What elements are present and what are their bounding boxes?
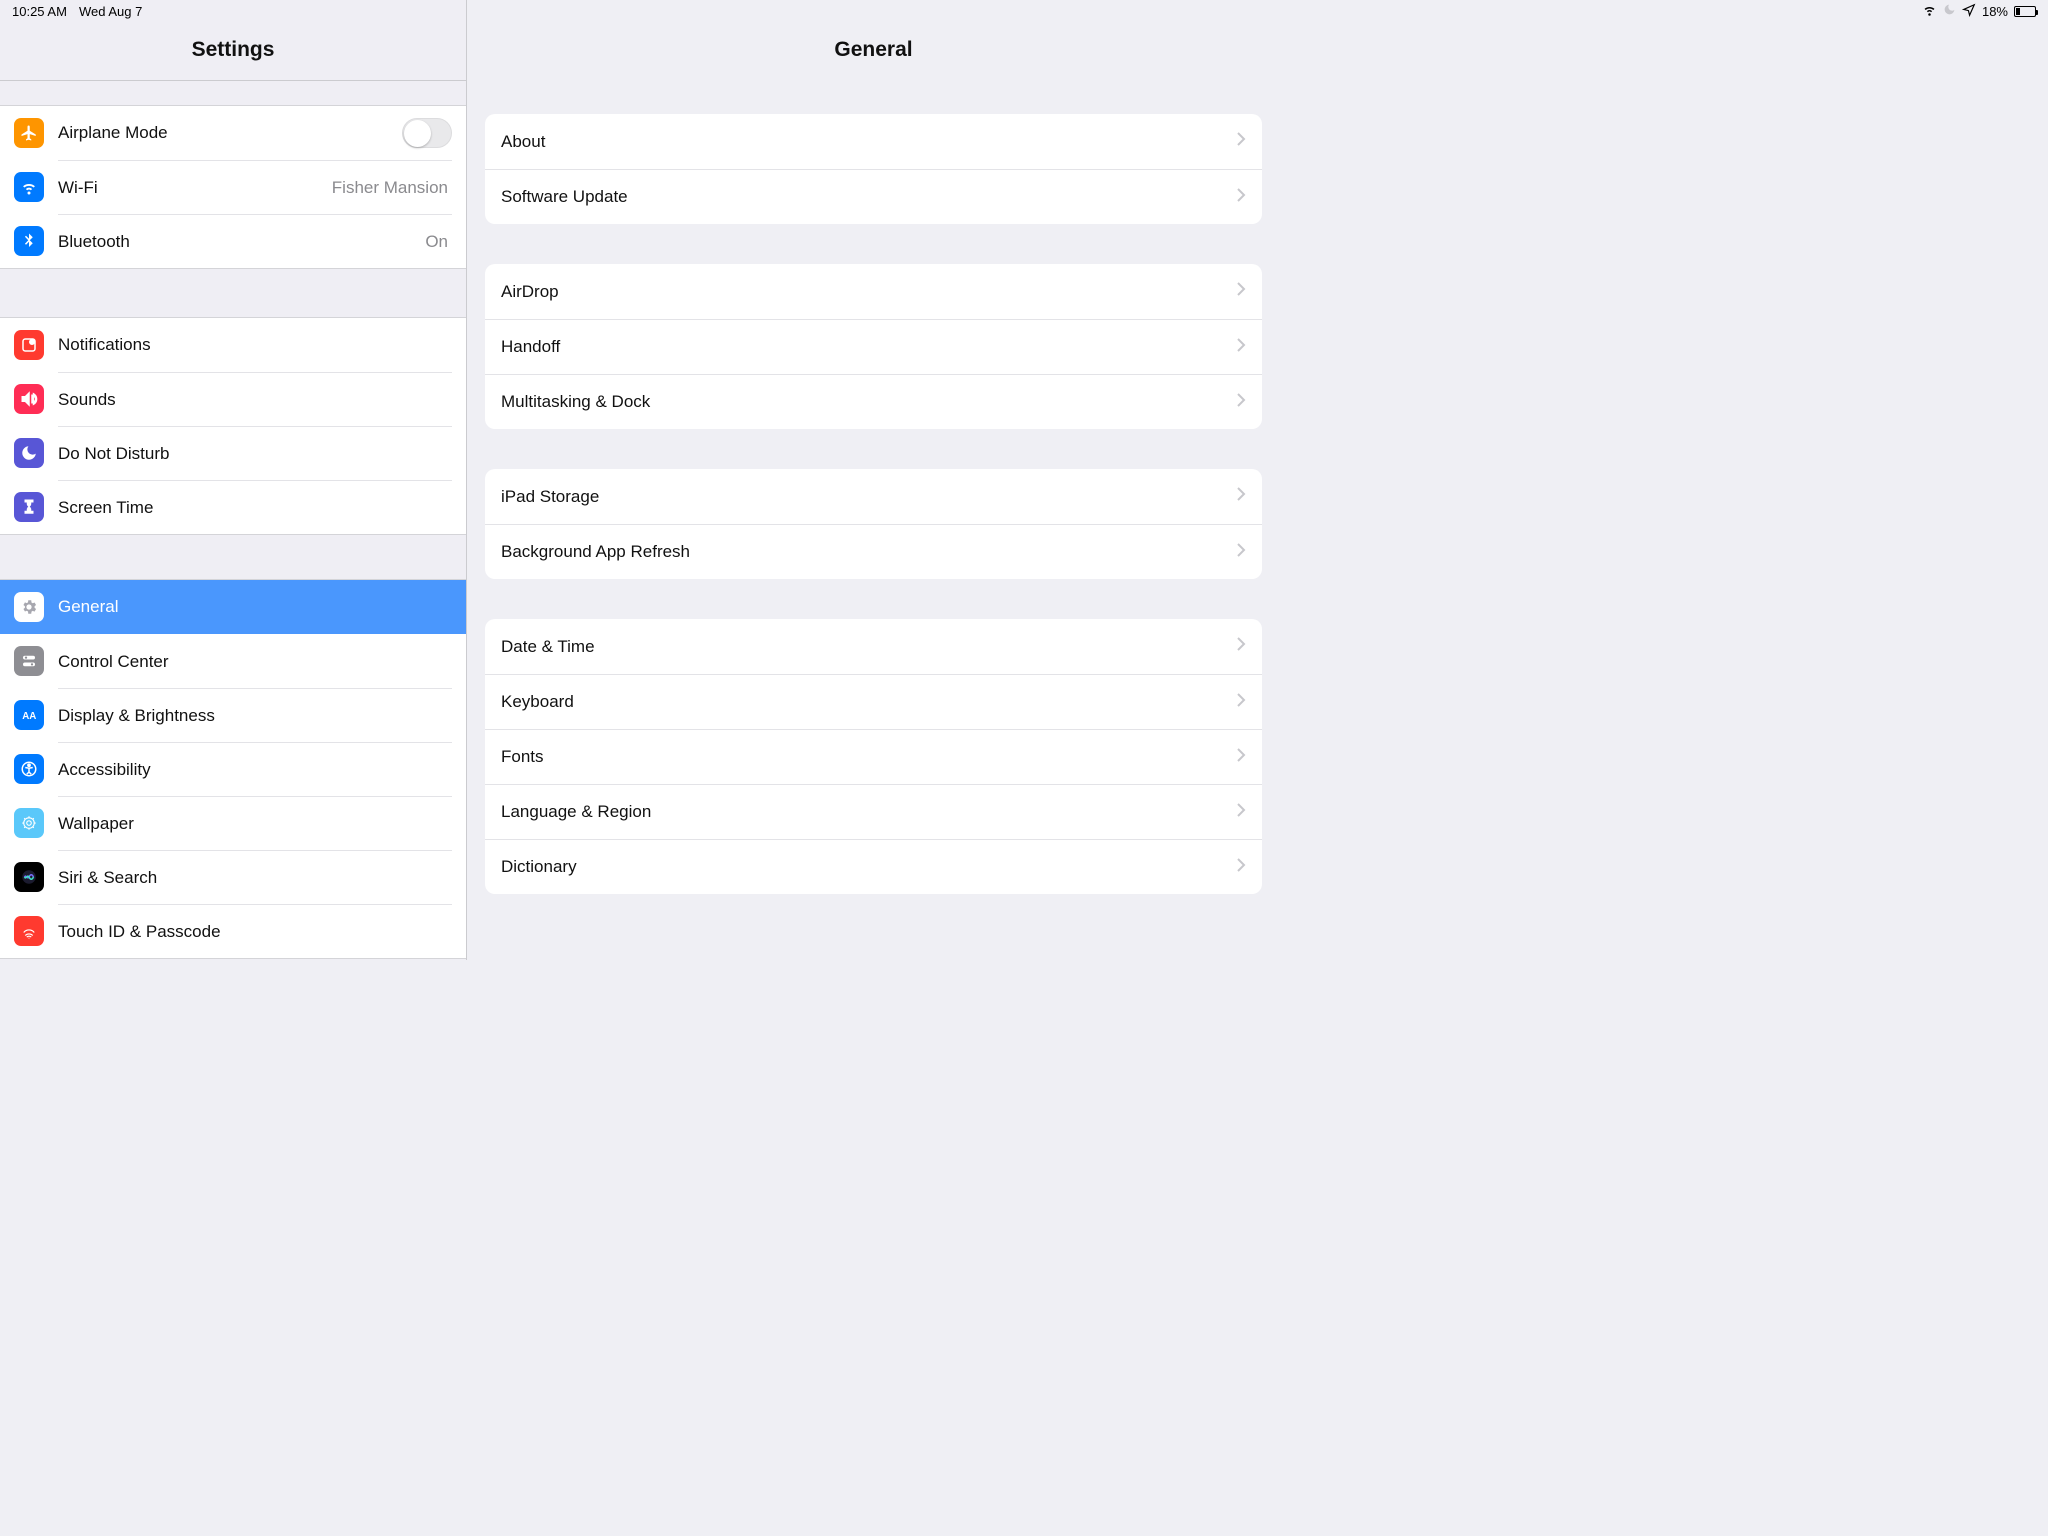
item-label: Language & Region — [501, 802, 1236, 822]
item-label: Date & Time — [501, 637, 1236, 657]
sidebar-item-general[interactable]: General — [0, 580, 466, 634]
sidebar-item-display[interactable]: AA Display & Brightness — [0, 688, 466, 742]
general-item-keyboard[interactable]: Keyboard — [485, 674, 1262, 729]
display-icon: AA — [14, 700, 44, 730]
general-item-multitasking-dock[interactable]: Multitasking & Dock — [485, 374, 1262, 429]
airplane-toggle[interactable] — [402, 118, 452, 148]
general-item-language-region[interactable]: Language & Region — [485, 784, 1262, 839]
sidebar-label: Notifications — [58, 335, 452, 355]
general-item-ipad-storage[interactable]: iPad Storage — [485, 469, 1262, 524]
item-label: Handoff — [501, 337, 1236, 357]
sidebar-label: General — [58, 597, 452, 617]
chevron-right-icon — [1236, 857, 1246, 878]
sidebar-item-siri[interactable]: Siri & Search — [0, 850, 466, 904]
sidebar-label: Siri & Search — [58, 868, 452, 888]
status-bar: 10:25 AM Wed Aug 7 18% — [0, 0, 2048, 22]
item-label: Keyboard — [501, 692, 1236, 712]
battery-icon — [2014, 6, 2036, 17]
item-label: Fonts — [501, 747, 1236, 767]
general-item-software-update[interactable]: Software Update — [485, 169, 1262, 224]
sidebar-label: Sounds — [58, 390, 452, 410]
general-item-background-app-refresh[interactable]: Background App Refresh — [485, 524, 1262, 579]
chevron-right-icon — [1236, 542, 1246, 563]
battery-percent: 18% — [1982, 4, 2008, 19]
chevron-right-icon — [1236, 392, 1246, 413]
chevron-right-icon — [1236, 747, 1246, 768]
general-item-fonts[interactable]: Fonts — [485, 729, 1262, 784]
svg-text:AA: AA — [22, 711, 36, 722]
touchid-icon — [14, 916, 44, 946]
siri-icon — [14, 862, 44, 892]
sidebar-label: Bluetooth — [58, 232, 425, 252]
sidebar-item-accessibility[interactable]: Accessibility — [0, 742, 466, 796]
sidebar-value: Fisher Mansion — [332, 178, 452, 198]
sidebar-item-dnd[interactable]: Do Not Disturb — [0, 426, 466, 480]
detail-pane: General AboutSoftware UpdateAirDropHando… — [467, 0, 1280, 960]
sidebar-label: Wallpaper — [58, 814, 452, 834]
status-date: Wed Aug 7 — [79, 4, 142, 19]
screentime-icon — [14, 492, 44, 522]
sidebar-label: Wi-Fi — [58, 178, 332, 198]
item-label: Background App Refresh — [501, 542, 1236, 562]
sidebar-label: Control Center — [58, 652, 452, 672]
general-icon — [14, 592, 44, 622]
dnd-icon — [14, 438, 44, 468]
chevron-right-icon — [1236, 486, 1246, 507]
airplane-icon — [14, 118, 44, 148]
notifications-icon — [14, 330, 44, 360]
sidebar-item-bluetooth[interactable]: BluetoothOn — [0, 214, 466, 268]
general-item-airdrop[interactable]: AirDrop — [485, 264, 1262, 319]
sidebar-label: Display & Brightness — [58, 706, 452, 726]
status-time: 10:25 AM — [12, 4, 67, 19]
item-label: Multitasking & Dock — [501, 392, 1236, 412]
sidebar-value: On — [425, 232, 452, 252]
location-icon — [1962, 3, 1976, 20]
sidebar-item-airplane[interactable]: Airplane Mode — [0, 106, 466, 160]
general-item-handoff[interactable]: Handoff — [485, 319, 1262, 374]
sidebar-item-notifications[interactable]: Notifications — [0, 318, 466, 372]
chevron-right-icon — [1236, 337, 1246, 358]
wifi-icon — [14, 172, 44, 202]
item-label: Dictionary — [501, 857, 1236, 877]
wallpaper-icon — [14, 808, 44, 838]
item-label: Software Update — [501, 187, 1236, 207]
sidebar-label: Do Not Disturb — [58, 444, 452, 464]
sidebar-label: Airplane Mode — [58, 123, 402, 143]
sounds-icon — [14, 384, 44, 414]
chevron-right-icon — [1236, 281, 1246, 302]
chevron-right-icon — [1236, 636, 1246, 657]
general-item-dictionary[interactable]: Dictionary — [485, 839, 1262, 894]
sidebar-label: Screen Time — [58, 498, 452, 518]
sidebar-item-wifi[interactable]: Wi-FiFisher Mansion — [0, 160, 466, 214]
accessibility-icon — [14, 754, 44, 784]
sidebar-label: Accessibility — [58, 760, 452, 780]
settings-sidebar: Settings Airplane ModeWi-FiFisher Mansio… — [0, 0, 467, 960]
chevron-right-icon — [1236, 692, 1246, 713]
item-label: iPad Storage — [501, 487, 1236, 507]
sidebar-label: Touch ID & Passcode — [58, 922, 452, 942]
sidebar-item-wallpaper[interactable]: Wallpaper — [0, 796, 466, 850]
general-item-about[interactable]: About — [485, 114, 1262, 169]
controlcenter-icon — [14, 646, 44, 676]
sidebar-item-sounds[interactable]: Sounds — [0, 372, 466, 426]
wifi-icon — [1922, 2, 1937, 20]
moon-icon — [1943, 3, 1956, 19]
sidebar-item-controlcenter[interactable]: Control Center — [0, 634, 466, 688]
chevron-right-icon — [1236, 802, 1246, 823]
item-label: About — [501, 132, 1236, 152]
bluetooth-icon — [14, 226, 44, 256]
item-label: AirDrop — [501, 282, 1236, 302]
chevron-right-icon — [1236, 131, 1246, 152]
sidebar-item-touchid[interactable]: Touch ID & Passcode — [0, 904, 466, 958]
chevron-right-icon — [1236, 187, 1246, 208]
sidebar-item-screentime[interactable]: Screen Time — [0, 480, 466, 534]
general-item-date-time[interactable]: Date & Time — [485, 619, 1262, 674]
